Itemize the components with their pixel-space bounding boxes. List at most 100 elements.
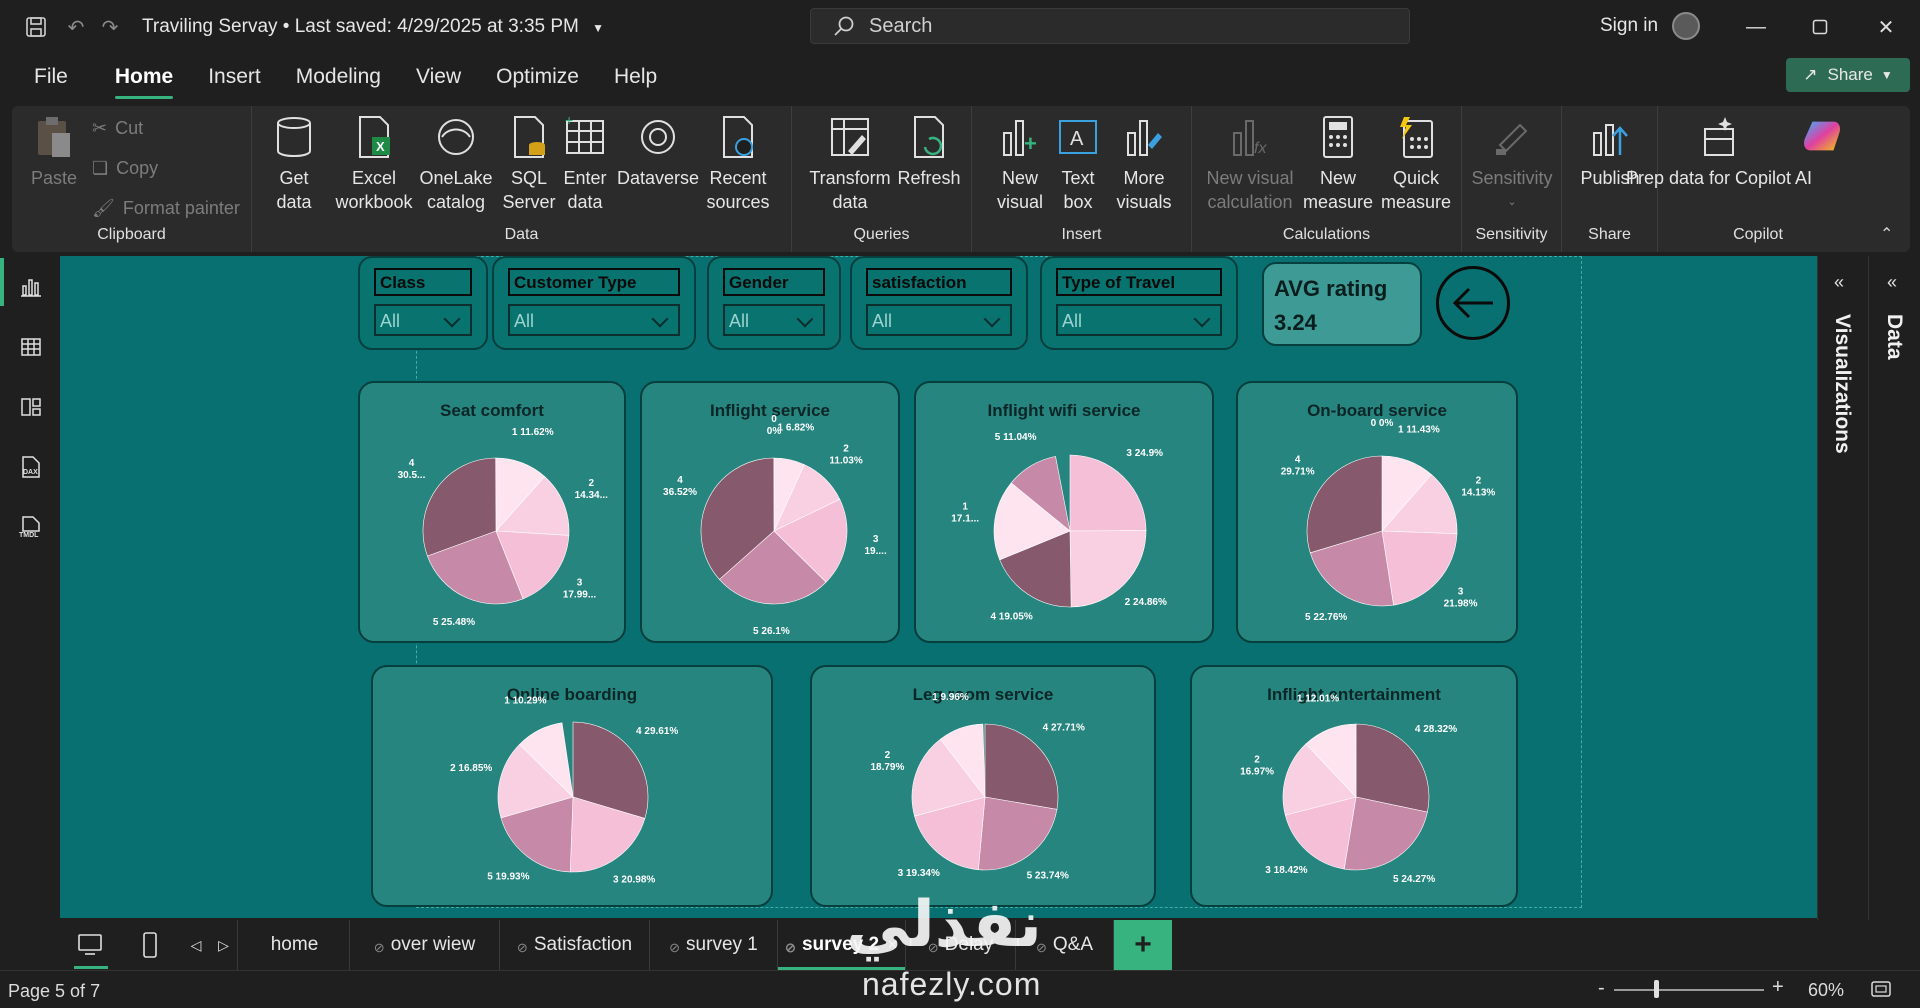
pie-chart: 4 28.32% 5 24.27% 3 18.42% 2 16.97% 1 12.01% xyxy=(1240,693,1457,885)
tab-home[interactable]: home xyxy=(240,920,350,970)
slicer-dropdown[interactable]: All xyxy=(508,304,680,336)
refresh-button[interactable]: Refresh xyxy=(896,114,962,190)
pie-slice-4[interactable] xyxy=(1355,723,1430,813)
zoom-out-icon[interactable]: - xyxy=(1598,977,1605,1000)
pie-card-inflight-entertainment[interactable]: Inflight entertainment 4 28.32% 5 24.27% 3… xyxy=(1190,665,1518,907)
brush-icon: 🖌 xyxy=(92,198,115,218)
menu-optimize[interactable]: Optimize xyxy=(496,59,579,95)
transform-data-button[interactable]: Transform data xyxy=(804,114,896,214)
next-page-icon[interactable]: ▷ xyxy=(210,920,238,970)
report-view-icon[interactable] xyxy=(16,272,46,302)
maximize-icon[interactable] xyxy=(1800,10,1840,44)
slicer-dropdown[interactable]: All xyxy=(723,304,825,336)
menu-file[interactable]: File xyxy=(34,59,68,95)
more-visuals-button[interactable]: More visuals xyxy=(1104,114,1184,214)
model-view-icon[interactable] xyxy=(16,392,46,422)
new-visual-button[interactable]: + New visual xyxy=(988,114,1052,214)
slicer-dropdown[interactable]: All xyxy=(1056,304,1222,336)
expand-pane-icon[interactable]: « xyxy=(1887,272,1897,293)
pie-data-label: 1 9.96% xyxy=(932,692,969,703)
sql-server-button[interactable]: SQL Server xyxy=(500,114,558,214)
text-box-icon: A xyxy=(1055,114,1101,160)
slicer-customer-type[interactable]: Customer Type All xyxy=(492,256,696,350)
back-arrow-button[interactable] xyxy=(1436,266,1510,340)
document-title[interactable]: Traviling Servay • Last saved: 4/29/2025… xyxy=(142,16,604,38)
slicer-type-of-travel[interactable]: Type of Travel All xyxy=(1040,256,1238,350)
add-page-button[interactable]: + xyxy=(1114,920,1172,970)
desktop-layout-icon[interactable] xyxy=(60,920,120,970)
dax-query-view-icon[interactable]: DAX xyxy=(16,452,46,482)
menu-help[interactable]: Help xyxy=(614,59,657,95)
share-button[interactable]: ↗ Share ▼ xyxy=(1786,58,1910,92)
pie-data-label: 1 17.1... xyxy=(951,501,979,524)
menu-view[interactable]: View xyxy=(416,59,461,95)
pie-card-online-boarding[interactable]: Online boarding 4 29.61% 3 20.98% 5 19.93%… xyxy=(371,665,773,907)
menu-insert[interactable]: Insert xyxy=(208,59,261,95)
dataverse-button[interactable]: Dataverse xyxy=(616,114,700,190)
slicer-dropdown[interactable]: All xyxy=(866,304,1012,336)
copilot-button[interactable] xyxy=(1792,114,1852,166)
pie-slice-3[interactable] xyxy=(1381,530,1458,606)
pie-card-inflight-wifi[interactable]: Inflight wifi service 3 24.9% 2 24.86% 4 1… xyxy=(914,381,1214,643)
pie-slice-2[interactable] xyxy=(1069,530,1147,608)
data-pane[interactable]: « Data xyxy=(1868,256,1920,920)
slicer-gender[interactable]: Gender All xyxy=(707,256,841,350)
slicer-label: Gender xyxy=(723,268,825,296)
pie-slice-3[interactable] xyxy=(1069,454,1147,532)
sign-in-link[interactable]: Sign in xyxy=(1600,15,1658,37)
format-painter-button[interactable]: 🖌 Format painter xyxy=(92,198,240,219)
recent-sources-button[interactable]: Recent sources xyxy=(696,114,780,214)
paste-button[interactable]: Paste xyxy=(26,114,82,190)
menu-home[interactable]: Home xyxy=(114,59,174,99)
undo-icon[interactable]: ↶ xyxy=(62,13,90,41)
sensitivity-group: Sensitivity ⌄ Sensitivity xyxy=(1462,106,1562,252)
prev-page-icon[interactable]: ◁ xyxy=(184,920,208,970)
pie-data-label: 3 20.98% xyxy=(613,874,655,885)
close-icon[interactable]: ✕ xyxy=(1866,10,1906,44)
zoom-slider[interactable] xyxy=(1614,989,1764,991)
scissors-icon: ✂ xyxy=(92,118,108,138)
fit-to-page-icon[interactable] xyxy=(1870,979,1892,1004)
table-view-icon[interactable] xyxy=(16,332,46,362)
get-data-button[interactable]: Get data xyxy=(266,114,322,214)
tab-satisfaction[interactable]: ⊘ Satisfaction xyxy=(500,920,650,970)
cut-button[interactable]: ✂ Cut xyxy=(92,118,143,139)
mobile-layout-icon[interactable] xyxy=(120,920,180,970)
text-box-button[interactable]: A Text box xyxy=(1050,114,1106,214)
zoom-slider-thumb[interactable] xyxy=(1654,980,1659,998)
pie-card-on-board-service[interactable]: On-board service 0 0% 1 11.43% 2 14.13% 3 21.… xyxy=(1236,381,1518,643)
pie-data-label: 2 14.13% xyxy=(1461,475,1495,498)
tab-over-wiew[interactable]: ⊘ over wiew xyxy=(350,920,500,970)
redo-icon[interactable]: ↷ xyxy=(96,13,124,41)
menu-modeling[interactable]: Modeling xyxy=(296,59,381,95)
tmdl-view-icon[interactable]: TMDL xyxy=(16,512,46,542)
visualizations-pane[interactable]: « Visualizations xyxy=(1817,256,1867,920)
excel-workbook-button[interactable]: X Excel workbook xyxy=(332,114,416,214)
pie-slice-4[interactable] xyxy=(984,723,1059,810)
minimize-icon[interactable]: — xyxy=(1736,10,1776,44)
prep-data-copilot-button[interactable]: Prep data for Copilot AI xyxy=(1626,114,1812,190)
slicer-dropdown[interactable]: All xyxy=(374,304,472,336)
save-icon[interactable] xyxy=(22,13,50,41)
tab-survey-1[interactable]: ⊘ survey 1 xyxy=(650,920,778,970)
slicer-satisfaction[interactable]: satisfaction All xyxy=(850,256,1028,350)
expand-pane-icon[interactable]: « xyxy=(1834,272,1844,293)
sensitivity-button[interactable]: Sensitivity ⌄ xyxy=(1466,114,1558,214)
avatar[interactable] xyxy=(1672,12,1700,40)
avg-rating-card: AVG rating 3.24 xyxy=(1262,262,1422,346)
pie-card-seat-comfort[interactable]: Seat comfort 1 11.62% 2 14.34... 3 17.99... 5… xyxy=(358,381,626,643)
slicer-label: satisfaction xyxy=(866,268,1012,296)
pie-card-inflight-service[interactable]: Inflight service 0 0% 1 6.82% 2 11.03% 3 19...… xyxy=(640,381,900,643)
copy-button[interactable]: ❏ Copy xyxy=(92,158,158,179)
slicer-class[interactable]: Class All xyxy=(358,256,488,350)
new-visual-calculation-button[interactable]: fx New visual calculation xyxy=(1200,114,1300,214)
new-measure-button[interactable]: New measure xyxy=(1300,114,1376,214)
pie-slice-5[interactable] xyxy=(978,796,1058,871)
quick-measure-button[interactable]: Quick measure xyxy=(1378,114,1454,214)
zoom-in-icon[interactable]: + xyxy=(1772,976,1784,999)
search-box[interactable]: Search xyxy=(810,8,1410,44)
onelake-catalog-button[interactable]: OneLake catalog xyxy=(419,114,493,214)
pie-card-leg-room[interactable]: Leg room service 4 27.71% 5 23.74% 3 19.34… xyxy=(810,665,1156,907)
enter-data-button[interactable]: + Enter data xyxy=(556,114,614,214)
collapse-ribbon-icon[interactable]: ⌃ xyxy=(1880,224,1893,244)
